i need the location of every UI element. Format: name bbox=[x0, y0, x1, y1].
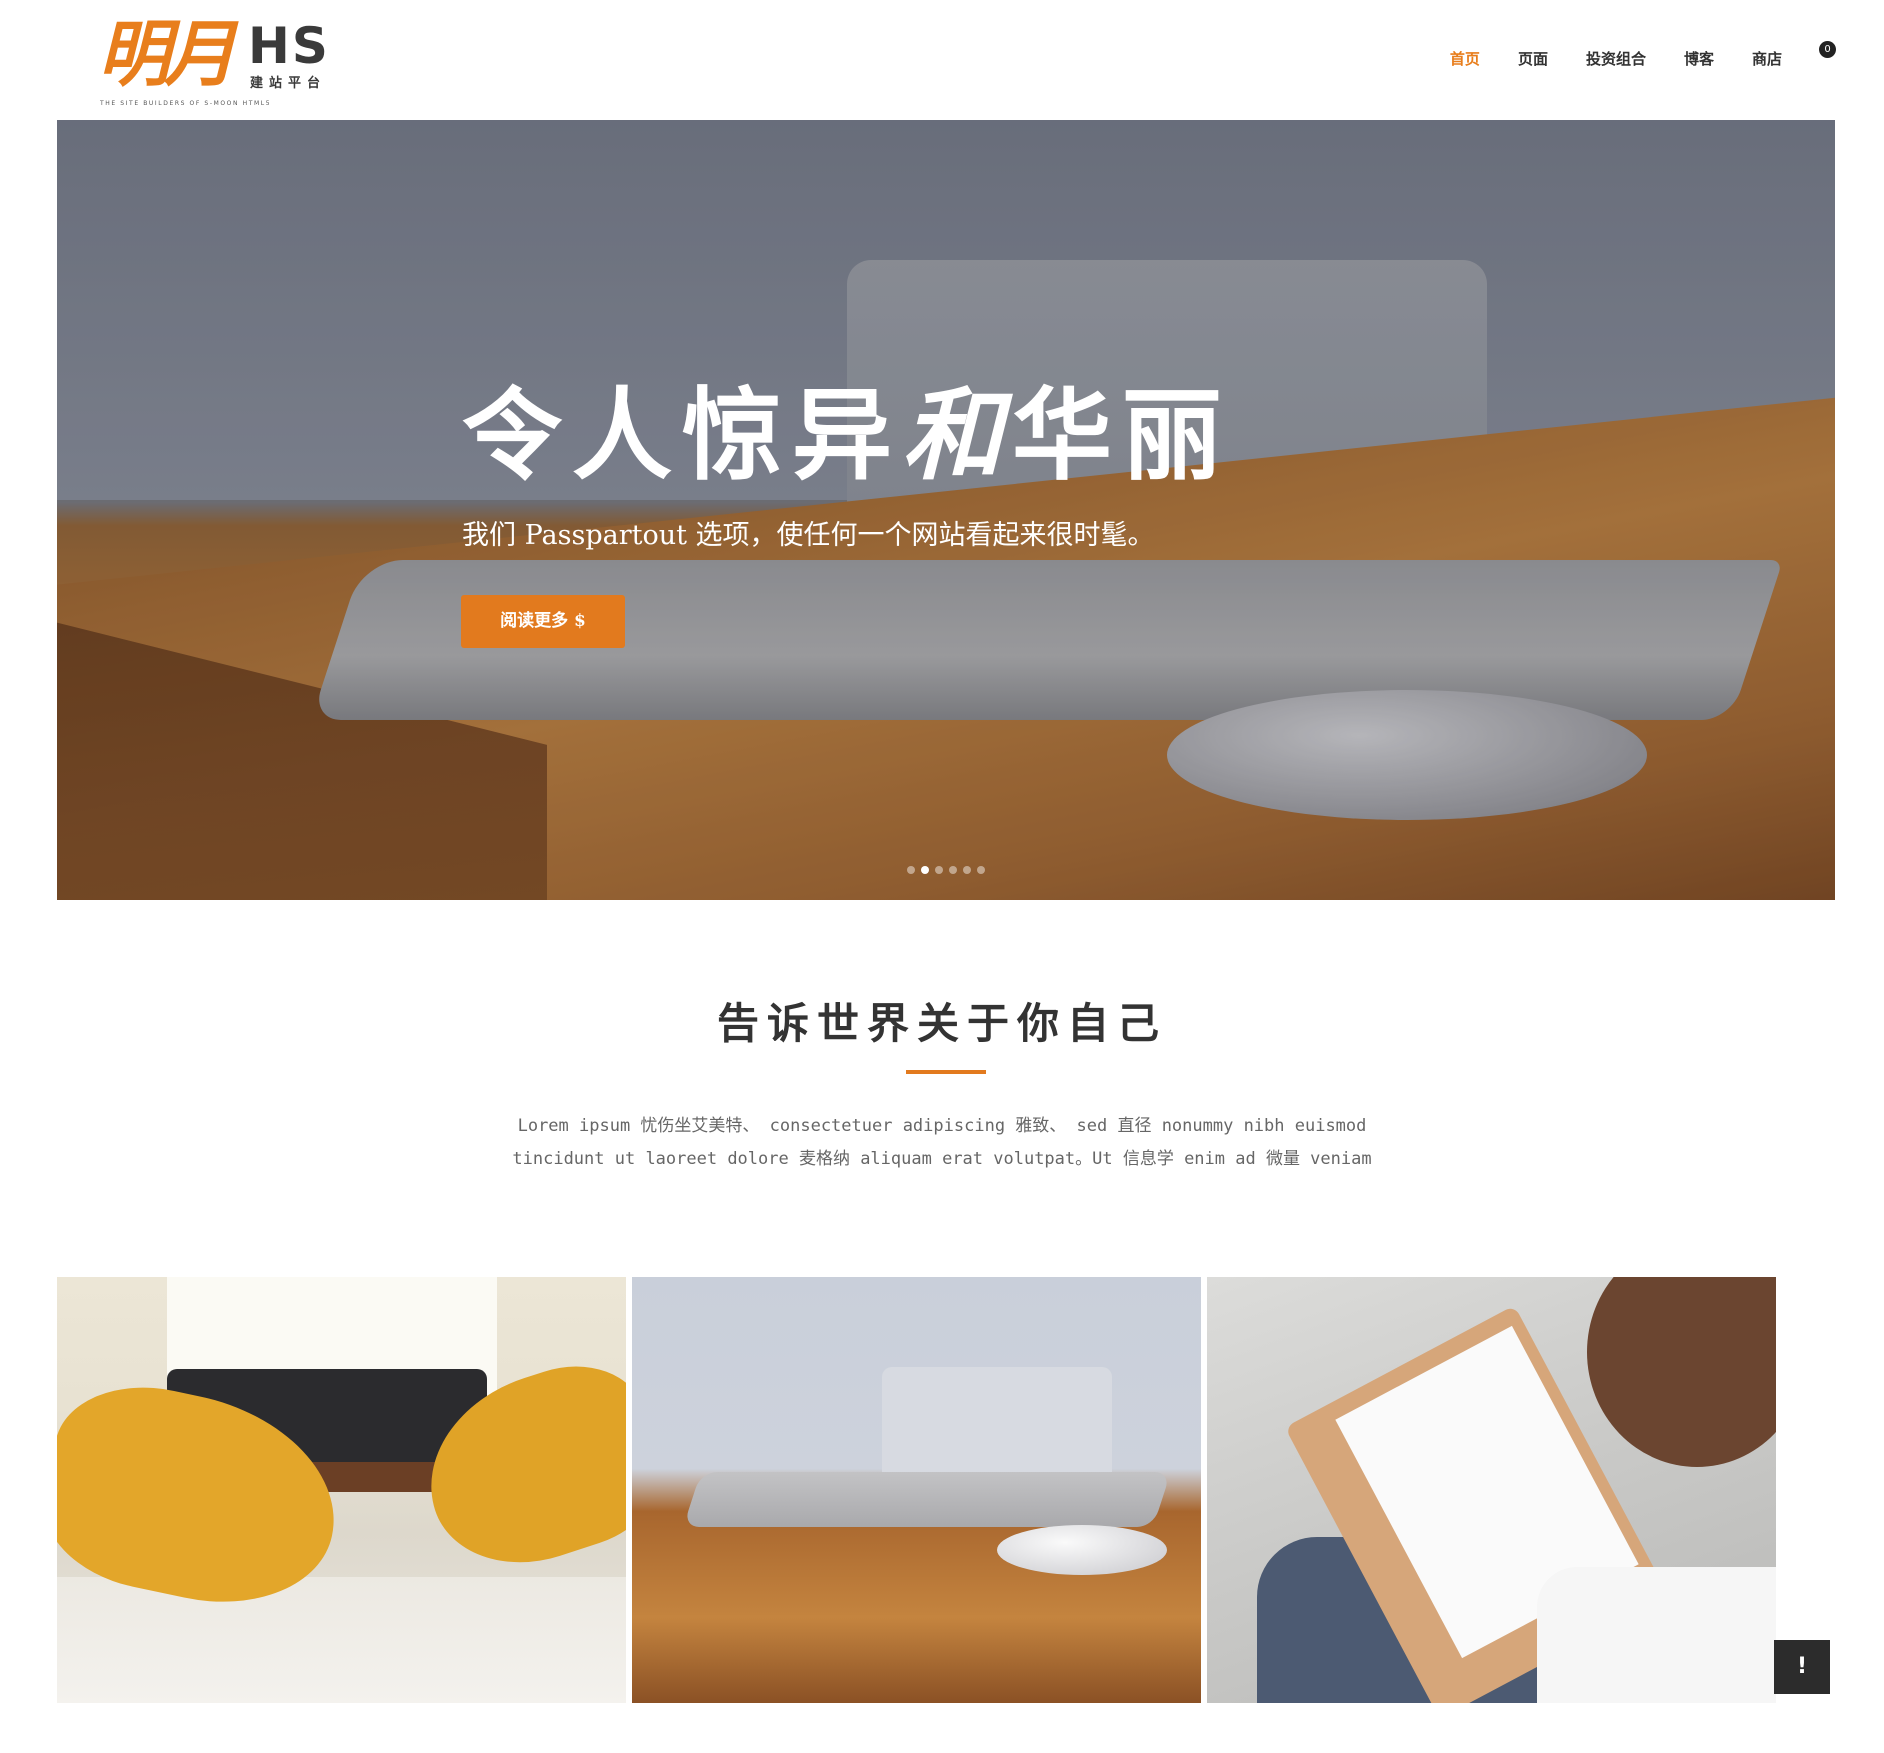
hero-slider: 令人惊异和华丽 我们 Passpartout 选项，使任何一个网站看起来很时髦。… bbox=[57, 120, 1835, 900]
slider-dots bbox=[907, 866, 991, 874]
cart-count-badge[interactable]: 0 bbox=[1819, 41, 1836, 58]
logo-hs-text: HS bbox=[248, 17, 330, 75]
about-title: 告诉世界关于你自己 bbox=[716, 999, 1167, 1048]
hero-title-part1: 令人惊异 bbox=[462, 376, 902, 494]
nav-item-shop[interactable]: 商店 bbox=[1752, 48, 1782, 69]
laptop-scene-mouse bbox=[997, 1525, 1167, 1575]
gallery-image-lounge[interactable] bbox=[57, 1277, 626, 1703]
slider-dot[interactable] bbox=[963, 866, 971, 874]
slider-dot[interactable] bbox=[935, 866, 943, 874]
hero-title: 令人惊异和华丽 bbox=[462, 375, 1232, 495]
hero-overlay bbox=[57, 120, 1835, 900]
nav-item-portfolio[interactable]: 投资组合 bbox=[1586, 48, 1646, 69]
lounge-floor bbox=[57, 1577, 626, 1703]
logo-tagline: THE SITE BUILDERS OF S-MOON HTML5 bbox=[100, 100, 272, 107]
logo-brush-text: 明月 bbox=[98, 11, 236, 96]
about-text: Lorem ipsum 忧伤坐艾美特、 consectetuer adipisc… bbox=[512, 1116, 1372, 1169]
hero-subtitle: 我们 Passpartout 选项，使任何一个网站看起来很时髦。 bbox=[462, 520, 1155, 551]
slider-dot-active[interactable] bbox=[921, 866, 929, 874]
sketch-scene-shirt bbox=[1537, 1567, 1776, 1703]
read-more-button[interactable]: 阅读更多 $ bbox=[461, 595, 625, 648]
slider-dot[interactable] bbox=[949, 866, 957, 874]
sketch-scene-head bbox=[1587, 1277, 1776, 1467]
hero-title-part2: 和 bbox=[902, 376, 1012, 494]
gallery-image-laptop[interactable] bbox=[632, 1277, 1201, 1703]
gallery-image-sketching[interactable] bbox=[1207, 1277, 1776, 1703]
laptop-scene-chair bbox=[882, 1367, 1112, 1477]
nav-item-pages[interactable]: 页面 bbox=[1518, 48, 1548, 69]
logo-sub-text: 建站平台 bbox=[250, 76, 327, 91]
site-logo[interactable]: 明月 HS 建站平台 THE SITE BUILDERS OF S-MOON H… bbox=[98, 6, 338, 110]
laptop-scene-laptop bbox=[683, 1472, 1171, 1527]
main-nav: 首页 页面 投资组合 博客 商店 bbox=[1412, 48, 1782, 69]
nav-item-blog[interactable]: 博客 bbox=[1684, 48, 1714, 69]
floating-alert-button[interactable]: ! bbox=[1774, 1640, 1830, 1694]
about-divider bbox=[906, 1070, 986, 1074]
slider-dot[interactable] bbox=[907, 866, 915, 874]
hero-title-part3: 华丽 bbox=[1012, 376, 1232, 494]
nav-item-home[interactable]: 首页 bbox=[1450, 48, 1480, 69]
slider-dot[interactable] bbox=[977, 866, 985, 874]
site-header: 明月 HS 建站平台 THE SITE BUILDERS OF S-MOON H… bbox=[0, 0, 1884, 120]
